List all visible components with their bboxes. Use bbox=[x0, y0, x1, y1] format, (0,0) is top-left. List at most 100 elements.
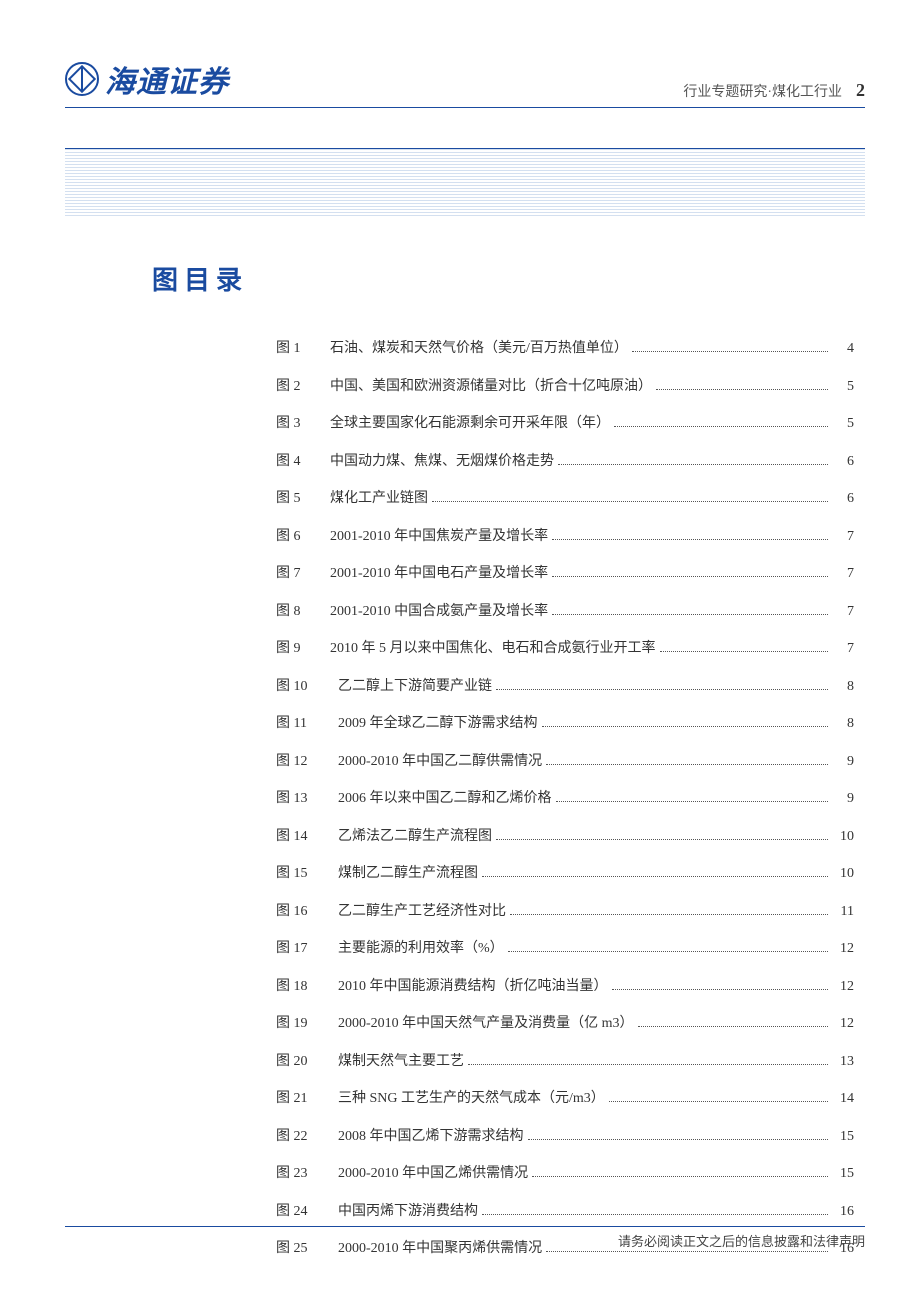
toc-entry-title: 煤制乙二醇生产流程图 bbox=[338, 862, 478, 882]
toc-entry-title: 2006 年以来中国乙二醇和乙烯价格 bbox=[338, 787, 552, 807]
toc-entry-title: 三种 SNG 工艺生产的天然气成本（元/m3） bbox=[338, 1087, 605, 1107]
toc-entry-page: 9 bbox=[832, 791, 854, 807]
toc-entry: 图 5 煤化工产业链图 6 bbox=[276, 487, 854, 507]
toc-entry-title: 煤化工产业链图 bbox=[330, 487, 428, 507]
toc-entry-label: 图 5 bbox=[276, 487, 318, 507]
toc-entry-title: 2008 年中国乙烯下游需求结构 bbox=[338, 1125, 524, 1145]
toc-entry-label: 图 24 bbox=[276, 1200, 326, 1220]
toc-entry-label: 图 15 bbox=[276, 862, 326, 882]
toc-entry: 图 7 2001-2010 年中国电石产量及增长率 7 bbox=[276, 562, 854, 582]
toc-entry: 图 132006 年以来中国乙二醇和乙烯价格9 bbox=[276, 787, 854, 807]
toc-entry-page: 16 bbox=[832, 1204, 854, 1220]
toc-entry-page: 7 bbox=[832, 529, 854, 545]
toc-entry-label: 图 2 bbox=[276, 375, 318, 395]
toc-entry-page: 4 bbox=[832, 341, 854, 357]
toc-entry-page: 12 bbox=[832, 941, 854, 957]
toc-entry-page: 8 bbox=[832, 679, 854, 695]
toc-entry-label: 图 23 bbox=[276, 1162, 326, 1182]
toc-leader-dots bbox=[468, 1064, 828, 1065]
toc-leader-dots bbox=[432, 501, 828, 502]
toc-entry-label: 图 20 bbox=[276, 1050, 326, 1070]
toc-leader-dots bbox=[532, 1176, 828, 1177]
toc-leader-dots bbox=[609, 1101, 828, 1102]
toc-entry-page: 15 bbox=[832, 1166, 854, 1182]
toc-entry-page: 5 bbox=[832, 416, 854, 432]
toc-leader-dots bbox=[612, 989, 829, 990]
toc-entry-title: 2000-2010 年中国乙二醇供需情况 bbox=[338, 750, 542, 770]
toc-entry-title: 乙二醇上下游简要产业链 bbox=[338, 675, 492, 695]
header-meta: 行业专题研究·煤化工行业 2 bbox=[683, 80, 865, 101]
toc-entry: 图 17 主要能源的利用效率（%） 12 bbox=[276, 937, 854, 957]
toc-entry: 图 1石油、煤炭和天然气价格（美元/百万热值单位）4 bbox=[276, 337, 854, 357]
toc-entry-page: 13 bbox=[832, 1054, 854, 1070]
toc-entry-label: 图 25 bbox=[276, 1237, 326, 1257]
toc-entry-label: 图 4 bbox=[276, 450, 318, 470]
toc-entry-label: 图 17 bbox=[276, 937, 326, 957]
toc-leader-dots bbox=[482, 1214, 828, 1215]
toc-entry-title: 2001-2010 年中国电石产量及增长率 bbox=[330, 562, 548, 582]
toc-leader-dots bbox=[558, 464, 828, 465]
toc-entry-label: 图 21 bbox=[276, 1087, 326, 1107]
decorative-lines bbox=[65, 148, 865, 218]
toc-leader-dots bbox=[542, 726, 829, 727]
disclaimer: 请务必阅读正文之后的信息披露和法律声明 bbox=[618, 1231, 865, 1250]
toc-entry-page: 7 bbox=[832, 604, 854, 620]
toc-leader-dots bbox=[496, 689, 828, 690]
toc-leader-dots bbox=[552, 539, 828, 540]
toc-entry-title: 2010 年中国能源消费结构（折亿吨油当量） bbox=[338, 975, 608, 995]
toc-entry-label: 图 22 bbox=[276, 1125, 326, 1145]
toc-entry: 图 222008 年中国乙烯下游需求结构15 bbox=[276, 1125, 854, 1145]
company-logo: 海通证券 bbox=[65, 57, 229, 101]
toc-leader-dots bbox=[546, 1251, 828, 1252]
toc-entry-label: 图 3 bbox=[276, 412, 318, 432]
toc-entry: 图 82001-2010 中国合成氨产量及增长率7 bbox=[276, 600, 854, 620]
toc-entry-page: 10 bbox=[832, 829, 854, 845]
toc-entry-page: 14 bbox=[832, 1091, 854, 1107]
toc-entry: 图 9 2010 年 5 月以来中国焦化、电石和合成氨行业开工率 7 bbox=[276, 637, 854, 657]
toc-leader-dots bbox=[528, 1139, 829, 1140]
toc-entry: 图 23 2000-2010 年中国乙烯供需情况 15 bbox=[276, 1162, 854, 1182]
toc-entry: 图 122000-2010 年中国乙二醇供需情况9 bbox=[276, 750, 854, 770]
toc-entry-label: 图 6 bbox=[276, 525, 318, 545]
toc-leader-dots bbox=[638, 1026, 828, 1027]
toc-entry: 图 16乙二醇生产工艺经济性对比11 bbox=[276, 900, 854, 920]
toc-entry-title: 2009 年全球乙二醇下游需求结构 bbox=[338, 712, 538, 732]
toc-leader-dots bbox=[496, 839, 828, 840]
toc-entry-label: 图 18 bbox=[276, 975, 326, 995]
toc-entry-page: 12 bbox=[832, 979, 854, 995]
toc-leader-dots bbox=[482, 876, 828, 877]
toc-leader-dots bbox=[552, 576, 828, 577]
toc-entry-page: 6 bbox=[832, 491, 854, 507]
toc-entry-page: 11 bbox=[832, 904, 854, 920]
toc-entry-label: 图 7 bbox=[276, 562, 318, 582]
toc-entry: 图 3 全球主要国家化石能源剩余可开采年限（年） 5 bbox=[276, 412, 854, 432]
toc-leader-dots bbox=[552, 614, 828, 615]
toc-entry-title: 2010 年 5 月以来中国焦化、电石和合成氨行业开工率 bbox=[330, 637, 656, 657]
toc-leader-dots bbox=[510, 914, 828, 915]
toc-entry: 图 62001-2010 年中国焦炭产量及增长率7 bbox=[276, 525, 854, 545]
toc-entry-label: 图 1 bbox=[276, 337, 318, 357]
toc-entry-label: 图 12 bbox=[276, 750, 326, 770]
toc-entry-title: 中国、美国和欧洲资源储量对比（折合十亿吨原油） bbox=[330, 375, 652, 395]
toc-entry: 图 192000-2010 年中国天然气产量及消费量（亿 m3）12 bbox=[276, 1012, 854, 1032]
toc-entry-label: 图 9 bbox=[276, 637, 318, 657]
toc-entry-page: 7 bbox=[832, 566, 854, 582]
toc-leader-dots bbox=[656, 389, 828, 390]
toc-entry-title: 2000-2010 年中国乙烯供需情况 bbox=[338, 1162, 528, 1182]
toc-entry-page: 7 bbox=[832, 641, 854, 657]
toc-entry-title: 2000-2010 年中国聚丙烯供需情况 bbox=[338, 1237, 542, 1257]
toc-entry-title: 中国丙烯下游消费结构 bbox=[338, 1200, 478, 1220]
toc-entry: 图 18 2010 年中国能源消费结构（折亿吨油当量） 12 bbox=[276, 975, 854, 995]
toc-entry-title: 煤制天然气主要工艺 bbox=[338, 1050, 464, 1070]
toc-title: 图目录 bbox=[152, 260, 248, 297]
toc-entry-page: 10 bbox=[832, 866, 854, 882]
toc-entry: 图 24 中国丙烯下游消费结构 16 bbox=[276, 1200, 854, 1220]
toc-entry-title: 全球主要国家化石能源剩余可开采年限（年） bbox=[330, 412, 610, 432]
toc-leader-dots bbox=[546, 764, 828, 765]
toc-entry: 图 20 煤制天然气主要工艺 13 bbox=[276, 1050, 854, 1070]
company-name: 海通证券 bbox=[105, 57, 229, 101]
toc-entry-label: 图 11 bbox=[276, 712, 326, 732]
toc-entry-title: 乙二醇生产工艺经济性对比 bbox=[338, 900, 506, 920]
toc-entry-title: 主要能源的利用效率（%） bbox=[338, 937, 504, 957]
toc-entry-page: 5 bbox=[832, 379, 854, 395]
